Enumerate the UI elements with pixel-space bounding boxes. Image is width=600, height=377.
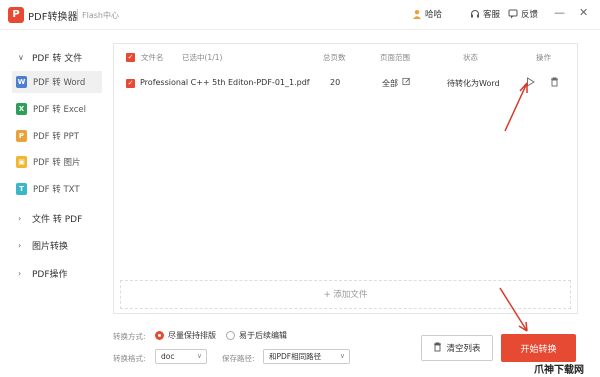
sidebar-group-label: 图片转换 — [32, 242, 69, 252]
chevron-down-icon: ∨ — [339, 352, 345, 360]
sidebar-item-label: PDF 转 PPT — [33, 132, 79, 142]
sidebar-item-pdf-to-excel[interactable]: X PDF 转 Excel — [12, 98, 102, 120]
sidebar-item-pdf-to-ppt[interactable]: P PDF 转 PPT — [12, 125, 102, 147]
sidebar-group-label: PDF操作 — [32, 270, 68, 280]
app-title: PDF转换器 — [28, 12, 78, 23]
header-action: 操作 — [536, 53, 551, 62]
trash-icon — [433, 342, 442, 355]
minimize-icon[interactable]: — — [554, 6, 565, 19]
header-page-range: 页面范围 — [380, 53, 410, 62]
user-icon — [412, 9, 422, 19]
header-selected-count: 已选中(1/1) — [182, 53, 223, 62]
arrow-head-start — [518, 321, 528, 332]
row-filename: Professional C++ 5th Editon-PDF-01_1.pdf — [140, 78, 310, 87]
file-list-panel: ✓ 文件名 已选中(1/1) 总页数 页面范围 状态 操作 ✓ Professi… — [113, 43, 578, 314]
save-path-select[interactable]: 和PDF相同路径 ∨ — [263, 349, 350, 364]
sidebar-item-pdf-to-word[interactable]: W PDF 转 Word — [12, 71, 102, 93]
excel-icon: X — [16, 103, 27, 115]
sidebar-item-label: PDF 转 Excel — [33, 105, 86, 115]
chevron-right-icon: › — [18, 269, 22, 278]
sidebar-group-label: PDF 转 文件 — [32, 54, 83, 64]
mode-keep-layout-label: 尽量保持排版 — [168, 331, 216, 340]
sidebar-group-label: 文件 转 PDF — [32, 215, 83, 225]
format-select[interactable]: doc ∨ — [155, 349, 207, 364]
image-icon: ▣ — [16, 156, 27, 168]
clear-list-label: 清空列表 — [446, 344, 481, 354]
table-header: ✓ 文件名 已选中(1/1) 总页数 页面范围 状态 操作 — [114, 44, 577, 68]
feedback-label: 反馈 — [521, 10, 539, 20]
save-path-label: 保存路径: — [222, 354, 255, 363]
sidebar-group-image-convert[interactable]: › 图片转换 — [18, 239, 68, 252]
title-bar: P PDF转换器 Flash中心 哈哈 客服 反馈 — ✕ — [0, 0, 600, 30]
header-status: 状态 — [463, 53, 478, 62]
user-button[interactable]: 哈哈 — [412, 8, 442, 20]
sidebar-item-label: PDF 转 图片 — [33, 158, 81, 168]
mode-easy-edit-radio[interactable] — [226, 331, 235, 340]
close-icon[interactable]: ✕ — [579, 6, 588, 19]
txt-icon: T — [16, 183, 27, 195]
clear-list-button[interactable]: 清空列表 — [421, 335, 493, 361]
edit-range-icon[interactable] — [402, 77, 411, 88]
headset-icon — [470, 9, 480, 19]
mode-keep-layout-radio[interactable] — [155, 331, 164, 340]
delete-icon[interactable] — [550, 77, 559, 89]
mode-easy-edit-label: 易于后续编辑 — [239, 331, 287, 340]
watermark-text: 爪神下载网 — [534, 365, 584, 376]
sidebar-group-pdf-to-file[interactable]: ∨ PDF 转 文件 — [18, 51, 82, 64]
user-name: 哈哈 — [425, 10, 443, 20]
save-path-value: 和PDF相同路径 — [269, 352, 322, 361]
row-pages: 20 — [330, 78, 341, 87]
header-filename: 文件名 — [141, 53, 164, 62]
sidebar-item-label: PDF 转 Word — [33, 78, 86, 88]
chevron-right-icon: › — [18, 214, 22, 223]
feedback-icon — [508, 9, 518, 19]
sidebar-item-label: PDF 转 TXT — [33, 185, 80, 195]
row-range: 全部 — [382, 79, 398, 88]
service-button[interactable]: 客服 — [470, 8, 500, 20]
chevron-down-icon: ∨ — [18, 53, 24, 62]
format-value: doc — [161, 352, 175, 361]
app-logo-icon: P — [8, 7, 24, 23]
convert-mode-label: 转换方式: — [113, 332, 146, 341]
chevron-down-icon: ∨ — [196, 352, 202, 360]
convert-format-label: 转换格式: — [113, 354, 146, 363]
ppt-icon: P — [16, 130, 27, 142]
row-status: 待转化为Word — [447, 79, 500, 88]
table-row: ✓ Professional C++ 5th Editon-PDF-01_1.p… — [114, 73, 577, 93]
app-subtitle: Flash中心 — [82, 11, 119, 20]
word-icon: W — [16, 76, 27, 88]
feedback-button[interactable]: 反馈 — [508, 8, 538, 20]
chevron-right-icon: › — [18, 241, 22, 250]
sidebar-group-pdf-operations[interactable]: › PDF操作 — [18, 267, 68, 280]
title-divider — [77, 9, 78, 21]
start-convert-button[interactable]: 开始转换 — [501, 334, 576, 362]
sidebar: ∨ PDF 转 文件 W PDF 转 Word X PDF 转 Excel P … — [0, 31, 107, 377]
row-checkbox[interactable]: ✓ — [126, 79, 135, 88]
sidebar-group-file-to-pdf[interactable]: › 文件 转 PDF — [18, 212, 82, 225]
sidebar-item-pdf-to-txt[interactable]: T PDF 转 TXT — [12, 178, 102, 200]
play-icon[interactable] — [526, 77, 535, 89]
service-label: 客服 — [483, 10, 501, 20]
header-pages: 总页数 — [323, 53, 346, 62]
sidebar-item-pdf-to-image[interactable]: ▣ PDF 转 图片 — [12, 151, 102, 173]
add-file-button[interactable]: + 添加文件 — [120, 280, 571, 309]
select-all-checkbox[interactable]: ✓ — [126, 53, 135, 62]
